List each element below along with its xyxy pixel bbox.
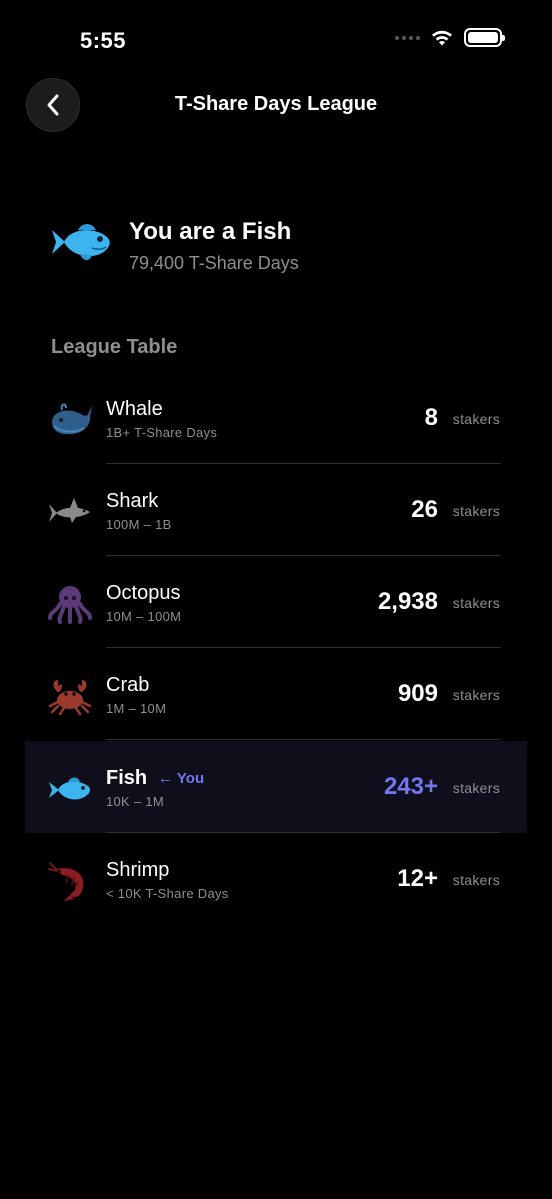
rank-title: You are a Fish — [129, 218, 292, 245]
cellular-signal-icon — [395, 35, 420, 40]
league-row-fish[interactable]: Fish ← You 10K – 1M 243+ stakers — [0, 741, 552, 833]
current-league-highlight — [25, 741, 527, 833]
league-name: Crab — [106, 674, 150, 696]
league-name: Whale — [106, 398, 163, 420]
staker-count: 12+ — [397, 865, 438, 892]
league-range: 10M – 100M — [106, 609, 182, 624]
tshare-days-value: 79,400 T-Share Days — [129, 253, 299, 273]
league-range: 1M – 10M — [106, 701, 167, 716]
staker-count: 2,938 — [377, 588, 438, 615]
league-name: Octopus — [106, 582, 181, 604]
league-range: 10K – 1M — [106, 794, 165, 809]
league-range: 100M – 1B — [106, 517, 172, 532]
league-name: Fish — [106, 767, 148, 789]
staker-count: 243+ — [383, 773, 438, 800]
wifi-icon — [432, 30, 452, 46]
league-range: < 10K T-Share Days — [106, 886, 229, 901]
status-bar: 5:55 — [0, 0, 552, 80]
league-range: 1B+ T-Share Days — [106, 425, 218, 440]
league-name: Shark — [106, 490, 159, 512]
staker-unit: stakers — [452, 687, 500, 703]
staker-unit: stakers — [452, 780, 500, 796]
shrimp-icon — [48, 862, 84, 901]
nav-header: T-Share Days League — [0, 78, 552, 134]
staker-unit: stakers — [452, 872, 500, 888]
crab-icon — [48, 680, 92, 716]
page-title: T-Share Days League — [174, 93, 378, 115]
you-indicator: ← You — [158, 770, 205, 787]
league-status-card: You are a Fish 79,400 T-Share Days — [50, 212, 512, 282]
octopus-icon — [48, 586, 92, 624]
status-time: 5:55 — [80, 28, 127, 53]
section-heading: League Table — [51, 336, 178, 358]
divider — [106, 739, 501, 740]
staker-count: 909 — [397, 680, 438, 707]
staker-count: 8 — [424, 404, 438, 431]
staker-unit: stakers — [452, 503, 500, 519]
fish-icon — [52, 224, 110, 261]
staker-unit: stakers — [452, 411, 500, 427]
league-row-crab[interactable]: Crab 1M – 10M 909 stakers — [0, 648, 552, 740]
shark-icon — [49, 498, 90, 523]
staker-count: 26 — [411, 496, 438, 523]
status-icons — [395, 28, 505, 47]
league-row-octopus[interactable]: Octopus 10M – 100M 2,938 stakers — [0, 556, 552, 648]
league-row-whale[interactable]: Whale 1B+ T-Share Days 8 stakers — [0, 372, 552, 464]
fish-icon — [49, 777, 91, 800]
league-name: Shrimp — [106, 859, 170, 881]
whale-icon — [52, 403, 92, 435]
league-row-shrimp[interactable]: Shrimp < 10K T-Share Days 12+ stakers — [0, 833, 552, 925]
staker-unit: stakers — [452, 595, 500, 611]
league-row-shark[interactable]: Shark 100M – 1B 26 stakers — [0, 464, 552, 556]
battery-icon — [464, 28, 505, 47]
